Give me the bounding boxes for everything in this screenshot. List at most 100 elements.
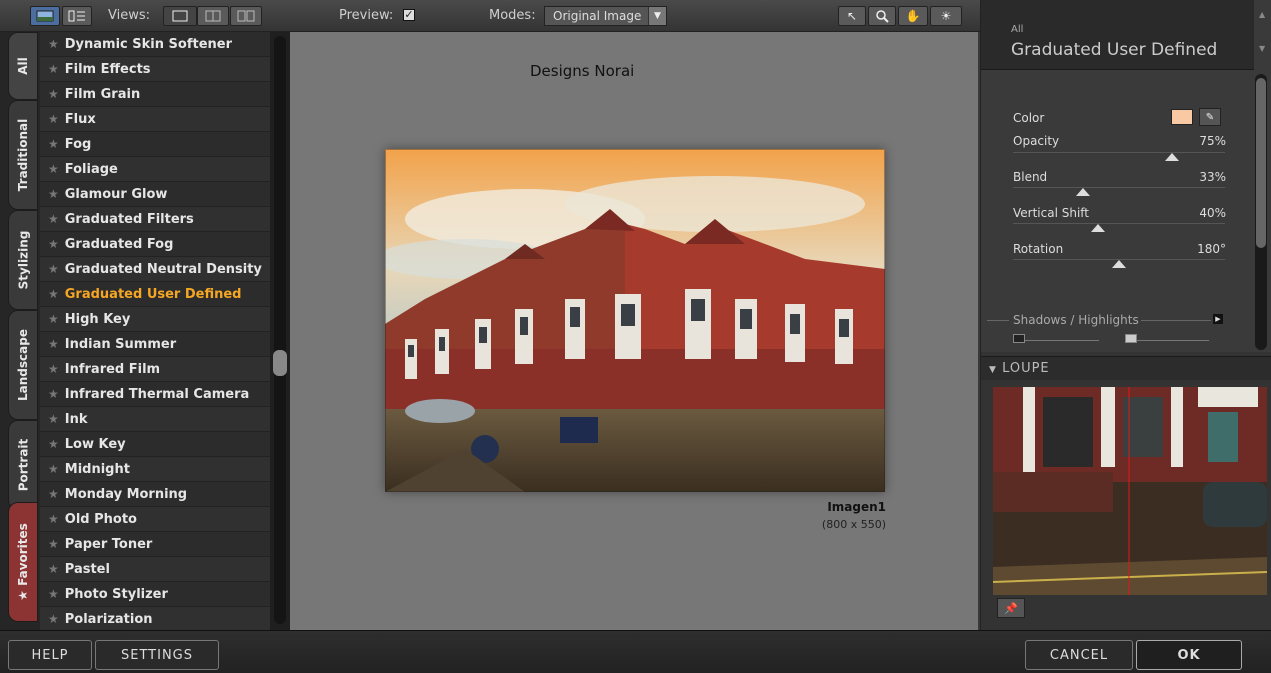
highlights-swatch[interactable]	[1125, 334, 1137, 343]
rotation-slider-knob[interactable]	[1112, 260, 1126, 268]
star-icon[interactable]: ★	[48, 312, 59, 326]
eyedropper-button[interactable]: ✎	[1199, 108, 1221, 126]
filter-item[interactable]: ★ Infrared Film	[40, 357, 270, 382]
star-icon[interactable]: ★	[48, 87, 59, 101]
star-icon[interactable]: ★	[48, 537, 59, 551]
star-icon[interactable]: ★	[48, 62, 59, 76]
vertical-shift-slider[interactable]	[1013, 223, 1225, 224]
filter-item[interactable]: ★ Pastel	[40, 557, 270, 582]
preview-image[interactable]	[385, 149, 885, 492]
star-icon[interactable]: ★	[48, 212, 59, 226]
modes-select[interactable]: Original Image ▼	[544, 6, 667, 26]
hand-tool-button[interactable]: ✋	[898, 6, 928, 26]
filter-item[interactable]: ★ Indian Summer	[40, 332, 270, 357]
tab-landscape[interactable]: Landscape	[8, 310, 38, 420]
opacity-slider[interactable]	[1013, 152, 1225, 153]
star-icon[interactable]: ★	[48, 437, 59, 451]
star-icon[interactable]: ★	[48, 262, 59, 276]
street-houses-photo	[385, 149, 885, 492]
shadows-slider[interactable]	[1025, 340, 1099, 341]
filter-item[interactable]: ★ Monday Morning	[40, 482, 270, 507]
filter-item[interactable]: ★ Polarization	[40, 607, 270, 630]
vertical-shift-slider-knob[interactable]	[1090, 224, 1105, 232]
select-tool-button[interactable]: ↖	[838, 6, 866, 26]
split-view-button[interactable]	[197, 6, 229, 26]
filter-item[interactable]: ★ Graduated Neutral Density	[40, 257, 270, 282]
scroll-thumb[interactable]	[273, 350, 287, 376]
star-icon[interactable]: ★	[48, 612, 59, 626]
list-view-button[interactable]	[62, 6, 92, 26]
light-tool-button[interactable]: ☀	[930, 6, 962, 26]
filter-item[interactable]: ★ Infrared Thermal Camera	[40, 382, 270, 407]
image-view-button[interactable]	[30, 6, 60, 26]
shadows-swatch[interactable]	[1013, 334, 1025, 343]
single-view-button[interactable]	[163, 6, 197, 26]
tab-all[interactable]: All	[8, 32, 38, 100]
tab-portrait[interactable]: Portrait	[8, 420, 38, 510]
filter-item[interactable]: ★ Foliage	[40, 157, 270, 182]
star-icon[interactable]: ★	[48, 337, 59, 351]
blend-slider[interactable]	[1013, 187, 1225, 188]
preview-area: Designs Norai Imagen1 (800 x 550)	[290, 32, 978, 630]
star-icon[interactable]: ★	[48, 112, 59, 126]
star-icon[interactable]: ★	[48, 237, 59, 251]
star-icon[interactable]: ★	[48, 462, 59, 476]
filter-item[interactable]: ★ Flux	[40, 107, 270, 132]
pin-loupe-button[interactable]: 📌	[997, 598, 1025, 618]
tab-stylizing[interactable]: Stylizing	[8, 210, 38, 310]
filter-item[interactable]: ★ Ink	[40, 407, 270, 432]
preview-checkbox[interactable]: ✓	[403, 9, 415, 21]
star-icon[interactable]: ★	[48, 387, 59, 401]
star-icon[interactable]: ★	[48, 187, 59, 201]
filter-item[interactable]: ★ Graduated User Defined	[40, 282, 270, 307]
zoom-tool-button[interactable]	[868, 6, 896, 26]
settings-button[interactable]: SETTINGS	[95, 640, 219, 670]
star-icon[interactable]: ★	[48, 287, 59, 301]
tab-traditional[interactable]: Traditional	[8, 100, 38, 210]
eyedropper-icon: ✎	[1205, 111, 1215, 123]
star-icon[interactable]: ★	[48, 162, 59, 176]
filter-item[interactable]: ★ Old Photo	[40, 507, 270, 532]
filter-label: Foliage	[64, 161, 118, 177]
filter-label: Ink	[64, 411, 88, 427]
chevron-down-icon: ▼	[648, 7, 666, 25]
filter-item[interactable]: ★ Photo Stylizer	[40, 582, 270, 607]
vertical-shift-label: Vertical Shift	[1013, 206, 1090, 220]
tab-favorites[interactable]: ★ Favorites	[8, 502, 38, 622]
side-by-side-view-button[interactable]	[230, 6, 262, 26]
parameters-scrollbar[interactable]	[1255, 74, 1267, 350]
filter-item[interactable]: ★ Film Effects	[40, 57, 270, 82]
filter-item[interactable]: ★ Graduated Fog	[40, 232, 270, 257]
filter-list-scrollbar[interactable]	[270, 32, 290, 630]
header-scrollbar[interactable]: ▲ ▼	[1254, 0, 1271, 70]
star-icon[interactable]: ★	[48, 487, 59, 501]
star-icon[interactable]: ★	[48, 137, 59, 151]
filter-item[interactable]: ★ Low Key	[40, 432, 270, 457]
filter-item[interactable]: ★ High Key	[40, 307, 270, 332]
filter-item[interactable]: ★ Dynamic Skin Softener	[40, 32, 270, 57]
opacity-slider-knob[interactable]	[1165, 153, 1179, 161]
star-icon[interactable]: ★	[48, 512, 59, 526]
landscape-icon	[36, 10, 54, 22]
blend-slider-knob[interactable]	[1075, 188, 1090, 196]
filter-label: Low Key	[64, 436, 126, 452]
help-button[interactable]: HELP	[8, 640, 92, 670]
ok-button[interactable]: OK	[1136, 640, 1242, 670]
filter-label: Infrared Thermal Camera	[64, 386, 250, 402]
star-icon[interactable]: ★	[48, 587, 59, 601]
loupe-header[interactable]: ▼ LOUPE	[981, 356, 1271, 380]
star-icon[interactable]: ★	[48, 412, 59, 426]
filter-item[interactable]: ★ Graduated Filters	[40, 207, 270, 232]
star-icon[interactable]: ★	[48, 362, 59, 376]
cancel-button[interactable]: CANCEL	[1025, 640, 1133, 670]
filter-item[interactable]: ★ Fog	[40, 132, 270, 157]
filter-item[interactable]: ★ Glamour Glow	[40, 182, 270, 207]
star-icon[interactable]: ★	[48, 37, 59, 51]
color-swatch[interactable]	[1171, 109, 1193, 125]
filter-item[interactable]: ★ Paper Toner	[40, 532, 270, 557]
filter-item[interactable]: ★ Midnight	[40, 457, 270, 482]
highlights-slider[interactable]	[1137, 340, 1209, 341]
expand-arrow-icon[interactable]: ▶	[1213, 314, 1223, 324]
filter-item[interactable]: ★ Film Grain	[40, 82, 270, 107]
star-icon[interactable]: ★	[48, 562, 59, 576]
